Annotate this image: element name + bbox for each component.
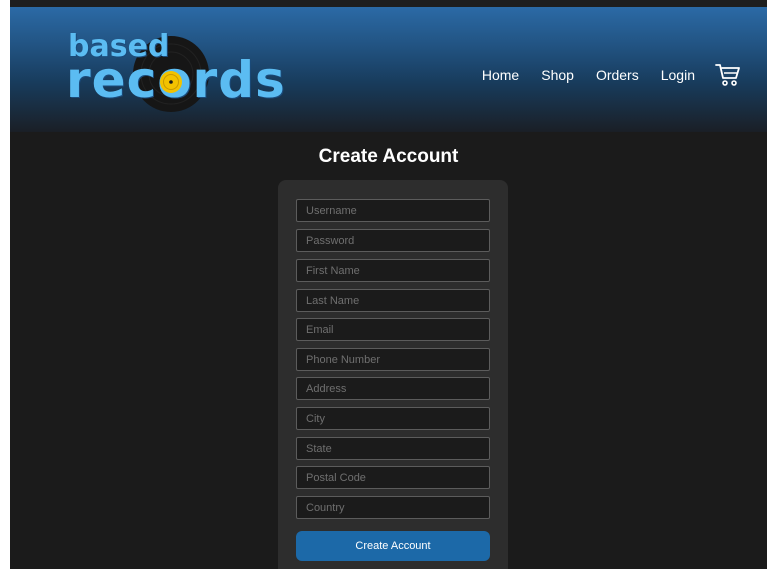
phone-number-field[interactable] [296, 348, 490, 371]
state-field[interactable] [296, 437, 490, 460]
city-field[interactable] [296, 407, 490, 430]
password-field[interactable] [296, 229, 490, 252]
address-field[interactable] [296, 377, 490, 400]
first-name-field[interactable] [296, 259, 490, 282]
logo-text-records: records [66, 51, 286, 109]
create-account-button[interactable]: Create Account [296, 531, 490, 561]
nav-orders[interactable]: Orders [596, 67, 639, 83]
country-field[interactable] [296, 496, 490, 519]
username-field[interactable] [296, 199, 490, 222]
page-title: Create Account [318, 146, 459, 167]
top-bar [10, 0, 767, 7]
site-logo[interactable]: based records [66, 29, 285, 119]
nav-shop[interactable]: Shop [541, 67, 574, 83]
nav-home[interactable]: Home [482, 67, 519, 83]
create-account-form: Create Account [278, 180, 508, 569]
email-field[interactable] [296, 318, 490, 341]
main-nav: Home Shop Orders Login [460, 61, 741, 89]
site-header: based records Home Shop Orders Login [10, 7, 767, 132]
app-frame: based records Home Shop Orders Login Cre… [10, 0, 767, 569]
nav-login[interactable]: Login [661, 67, 695, 83]
cart-icon[interactable] [715, 63, 741, 87]
postal-code-field[interactable] [296, 466, 490, 489]
last-name-field[interactable] [296, 289, 490, 312]
